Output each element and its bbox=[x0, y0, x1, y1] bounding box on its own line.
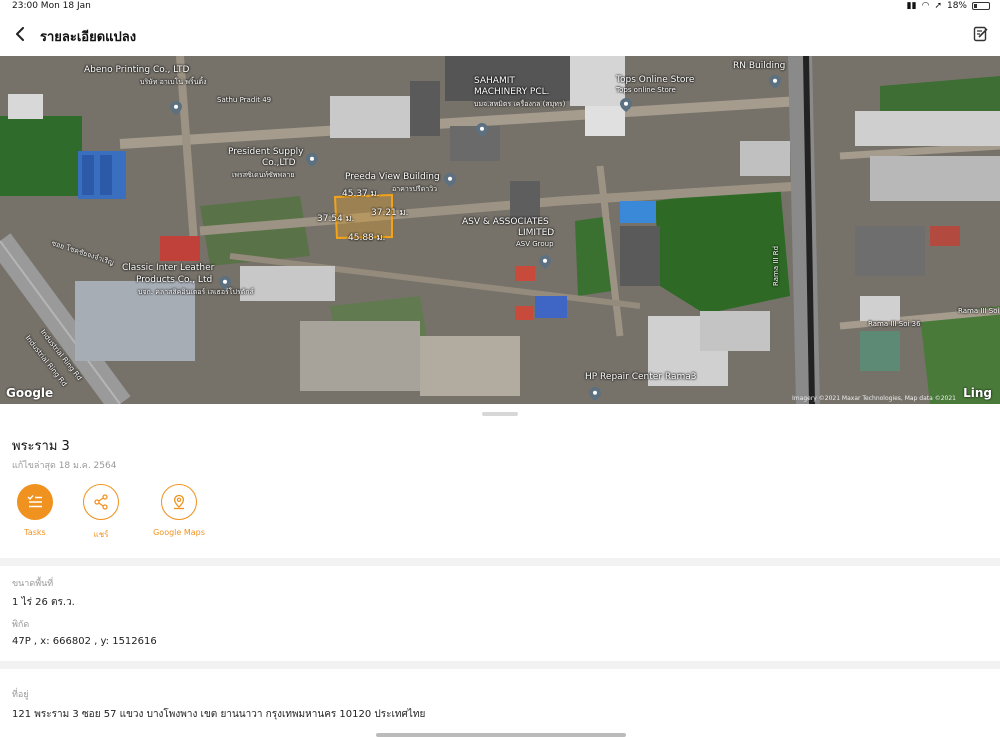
status-icons: ▮▮ ◠ ➚ 18% bbox=[907, 1, 990, 11]
map-label-president: President Supply bbox=[228, 147, 304, 157]
map-attribution: Imagery ©2021 Maxar Technologies, Map da… bbox=[792, 395, 956, 402]
map-label-asv-2: LIMITED bbox=[518, 228, 555, 238]
map-label-abeno-th: บริษัท อาเบโน่ พริ้นติ้ง bbox=[140, 78, 207, 86]
plot-dimension-right: 37.21 ม. bbox=[371, 208, 409, 218]
map-label-rama3-soi36: Rama III Soi 36 bbox=[868, 320, 921, 328]
last-updated: แก้ไขล่าสุด 18 ม.ค. 2564 bbox=[12, 461, 117, 471]
map-label-tops-th: Tops online Store bbox=[616, 86, 676, 94]
tasks-button[interactable]: Tasks bbox=[10, 484, 60, 541]
tasks-icon bbox=[17, 484, 53, 520]
satellite-map[interactable]: Abeno Printing Co., LTD บริษัท อาเบโน่ พ… bbox=[0, 56, 1000, 404]
map-label-president-2: Co.,LTD bbox=[262, 158, 296, 168]
map-label-preeda-th: อาคารปรีดาวิว bbox=[392, 185, 438, 193]
map-label-asv-th: ASV Group bbox=[516, 240, 554, 248]
map-label-abeno: Abeno Printing Co., LTD bbox=[84, 65, 190, 75]
map-pin-icon[interactable] bbox=[539, 255, 551, 269]
place-name: พระราม 3 bbox=[12, 439, 70, 454]
map-label-rama3-soi: Rama III Soi bbox=[958, 307, 1000, 315]
battery-icon bbox=[972, 2, 990, 10]
share-label: แชร์ bbox=[93, 530, 109, 539]
map-pin-icon[interactable] bbox=[306, 153, 318, 167]
map-label-sathu-pradit: Sathu Pradit 49 bbox=[217, 96, 272, 104]
map-label-classic-2: Products Co., Ltd bbox=[136, 275, 213, 285]
map-pin-icon[interactable] bbox=[769, 75, 781, 89]
plot-dimension-bottom: 45.88 ม. bbox=[348, 233, 386, 243]
coordinate-value: 47P , x: 666802 , y: 1512616 bbox=[12, 636, 157, 647]
map-label-classic-th: บจก. คลาสสิคอินเตอร์ เลเธอร์โปรดักส์ bbox=[138, 288, 254, 296]
action-buttons: Tasks แชร์ Google Maps bbox=[10, 484, 216, 541]
map-label-preeda: Preeda View Building bbox=[345, 172, 440, 182]
section-divider bbox=[0, 661, 1000, 669]
edit-button[interactable] bbox=[970, 23, 992, 45]
map-label-asv: ASV & ASSOCIATES bbox=[462, 217, 549, 227]
map-label-sahamit: SAHAMIT bbox=[474, 76, 515, 86]
share-button[interactable]: แชร์ bbox=[76, 484, 126, 541]
location-icon: ➚ bbox=[934, 1, 942, 11]
map-label-president-th: เพรสซิเดนท์ซัพพลาย bbox=[232, 171, 295, 179]
tasks-label: Tasks bbox=[24, 528, 46, 537]
map-label-rn-building: RN Building bbox=[733, 61, 786, 71]
map-pin-icon[interactable] bbox=[219, 276, 231, 290]
map-label-sahamit-th: บมจ.สหมิตร เครื่องกล (สมุทร) bbox=[474, 100, 566, 108]
google-maps-icon bbox=[161, 484, 197, 520]
map-pin-icon[interactable] bbox=[620, 98, 632, 112]
signal-icon: ▮▮ bbox=[906, 1, 917, 11]
map-pin-icon[interactable] bbox=[170, 101, 182, 115]
navigation-bar: รายละเอียดแปลง bbox=[0, 14, 1000, 56]
area-value: 1 ไร่ 26 ตร.ว. bbox=[12, 597, 75, 608]
wifi-icon: ◠ bbox=[921, 1, 930, 11]
map-label-sahamit-2: MACHINERY PCL. bbox=[474, 87, 550, 97]
area-label: ขนาดพื้นที่ bbox=[12, 579, 54, 589]
edit-icon bbox=[973, 26, 988, 42]
battery-percent: 18% bbox=[946, 1, 967, 11]
sheet-grabber[interactable] bbox=[482, 412, 518, 416]
status-time-date: 23:00 Mon 18 Jan bbox=[12, 1, 91, 11]
map-pin-icon[interactable] bbox=[476, 123, 488, 137]
map-pin-icon[interactable] bbox=[444, 173, 456, 187]
page-title: รายละเอียดแปลง bbox=[40, 30, 137, 45]
map-label-tops: Tops Online Store bbox=[616, 75, 695, 85]
address-label: ที่อยู่ bbox=[12, 690, 29, 700]
google-logo: Google bbox=[6, 386, 54, 400]
back-button[interactable] bbox=[8, 22, 32, 46]
ling-logo: Ling bbox=[963, 386, 992, 400]
address-value: 121 พระราม 3 ซอย 57 แขวง บางโพงพาง เขต ย… bbox=[12, 709, 426, 720]
plot-dimension-left: 37.54 ม. bbox=[317, 214, 355, 224]
google-maps-label: Google Maps bbox=[153, 528, 205, 537]
section-divider bbox=[0, 558, 1000, 566]
home-indicator bbox=[376, 733, 626, 737]
google-maps-button[interactable]: Google Maps bbox=[142, 484, 216, 541]
map-label-classic: Classic Inter Leather bbox=[122, 263, 215, 273]
coordinate-label: พิกัด bbox=[12, 620, 30, 630]
share-icon bbox=[83, 484, 119, 520]
plot-dimension-top: 45.37 ม. bbox=[342, 189, 380, 199]
map-label-hp: HP Repair Center Rama3 bbox=[585, 372, 697, 382]
map-label-rama3-rd: Rama III Rd bbox=[772, 245, 780, 286]
status-bar: 23:00 Mon 18 Jan ▮▮ ◠ ➚ 18% bbox=[0, 0, 1000, 14]
chevron-left-icon bbox=[16, 27, 24, 41]
map-pin-icon[interactable] bbox=[589, 387, 601, 401]
